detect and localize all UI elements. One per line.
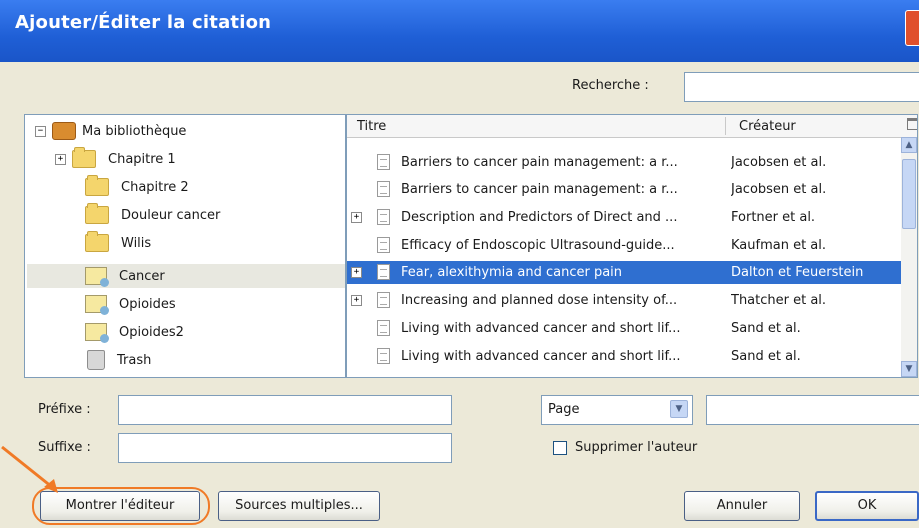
tree-item-label: Trash <box>117 352 152 368</box>
item-title: Fear, alexithymia and cancer pain <box>401 265 623 280</box>
tree-item-cancer[interactable]: Cancer <box>85 265 165 287</box>
tree-item-trash[interactable]: Trash <box>87 349 151 371</box>
item-title: Description and Predictors of Direct and… <box>401 210 678 225</box>
item-creator: Sand et al. <box>731 349 801 364</box>
tree-item-label: Cancer <box>119 268 165 284</box>
column-header-creator[interactable]: Créateur <box>739 119 796 134</box>
table-row[interactable]: Living with advanced cancer and short li… <box>347 345 903 368</box>
suffix-input[interactable] <box>118 433 452 463</box>
table-row[interactable]: Living with advanced cancer and short li… <box>347 317 903 340</box>
folder-icon <box>85 175 109 196</box>
expand-icon[interactable]: + <box>351 295 362 306</box>
tree-item-wilis[interactable]: Wilis <box>85 231 152 254</box>
folder-icon <box>85 231 109 252</box>
scroll-thumb[interactable] <box>902 159 916 229</box>
column-header-title[interactable]: Titre <box>357 119 386 134</box>
tree-item-chapitre-2[interactable]: Chapitre 2 <box>85 175 189 198</box>
scroll-up-icon[interactable]: ▲ <box>901 137 917 153</box>
items-list[interactable]: Titre Créateur Barriers to cancer pain m… <box>346 114 918 378</box>
tree-selection-highlight <box>27 264 345 288</box>
document-icon <box>377 181 390 197</box>
window-title: Ajouter/Éditer la citation <box>15 12 272 33</box>
prefix-label: Préfixe : <box>38 402 91 417</box>
scroll-down-icon[interactable]: ▼ <box>901 361 917 377</box>
item-creator: Jacobsen et al. <box>731 155 827 170</box>
tree-item-douleur-cancer[interactable]: Douleur cancer <box>85 203 221 226</box>
item-creator: Thatcher et al. <box>731 293 827 308</box>
locator-select-value: Page <box>548 402 580 417</box>
tree-item-label: Ma bibliothèque <box>82 123 187 139</box>
tree-item-my-library[interactable]: − Ma bibliothèque <box>35 120 186 142</box>
expand-icon[interactable]: + <box>351 212 362 223</box>
item-creator: Dalton et Feuerstein <box>731 265 864 280</box>
saved-search-icon <box>85 295 109 315</box>
search-label: Recherche : <box>572 78 649 93</box>
vertical-scrollbar[interactable]: ▲ ▼ <box>901 137 917 377</box>
document-icon <box>377 209 390 225</box>
collapse-icon[interactable]: − <box>35 125 46 137</box>
item-title: Living with advanced cancer and short li… <box>401 349 681 364</box>
table-row[interactable]: Barriers to cancer pain management: a r.… <box>347 178 903 201</box>
suppress-author-checkbox[interactable] <box>553 441 567 455</box>
column-picker-icon[interactable] <box>907 118 917 130</box>
expand-icon[interactable]: + <box>351 267 362 278</box>
table-row[interactable]: Barriers to cancer pain management: a r.… <box>347 151 903 174</box>
suppress-author-label: Supprimer l'auteur <box>575 440 698 455</box>
item-title: Barriers to cancer pain management: a r.… <box>401 155 678 170</box>
items-header: Titre Créateur <box>347 115 917 138</box>
ok-button[interactable]: OK <box>815 491 919 521</box>
column-divider[interactable] <box>725 117 726 135</box>
multiple-sources-button[interactable]: Sources multiples... <box>218 491 380 521</box>
trash-icon <box>87 350 105 370</box>
item-title: Barriers to cancer pain management: a r.… <box>401 182 678 197</box>
table-row[interactable]: + Increasing and planned dose intensity … <box>347 289 903 312</box>
tree-item-label: Chapitre 2 <box>121 179 189 195</box>
tree-item-label: Chapitre 1 <box>108 151 176 167</box>
tree-item-label: Wilis <box>121 235 152 251</box>
table-row[interactable]: + Description and Predictors of Direct a… <box>347 206 903 229</box>
tree-item-opioides[interactable]: Opioides <box>85 293 176 315</box>
folder-icon <box>72 147 96 168</box>
item-creator: Jacobsen et al. <box>731 182 827 197</box>
title-bar: Ajouter/Éditer la citation <box>0 0 919 62</box>
item-title: Efficacy of Endoscopic Ultrasound-guide.… <box>401 238 675 253</box>
chevron-down-icon[interactable]: ▼ <box>670 400 688 418</box>
expand-icon[interactable]: + <box>55 153 66 165</box>
locator-input[interactable] <box>706 395 919 425</box>
document-icon <box>377 292 390 308</box>
document-icon <box>377 348 390 364</box>
search-input[interactable] <box>684 72 919 102</box>
document-icon <box>377 264 390 280</box>
library-icon <box>52 122 76 140</box>
document-icon <box>377 237 390 253</box>
annotation-arrow-icon <box>1 445 58 493</box>
item-creator: Fortner et al. <box>731 210 816 225</box>
tree-item-label: Opioides <box>119 296 176 312</box>
folder-icon <box>85 203 109 224</box>
table-row-selected[interactable]: + Fear, alexithymia and cancer pain Dalt… <box>347 261 903 284</box>
saved-search-icon <box>85 323 109 343</box>
item-title: Increasing and planned dose intensity of… <box>401 293 678 308</box>
tree-item-label: Douleur cancer <box>121 207 221 223</box>
document-icon <box>377 154 390 170</box>
tree-item-opioides2[interactable]: Opioides2 <box>85 321 184 343</box>
cancel-button[interactable]: Annuler <box>684 491 800 521</box>
item-creator: Kaufman et al. <box>731 238 827 253</box>
item-creator: Sand et al. <box>731 321 801 336</box>
saved-search-icon <box>85 267 109 287</box>
library-tree[interactable]: − Ma bibliothèque + Chapitre 1 Chapitre … <box>24 114 346 378</box>
item-title: Living with advanced cancer and short li… <box>401 321 681 336</box>
table-row[interactable]: Efficacy of Endoscopic Ultrasound-guide.… <box>347 234 903 257</box>
document-icon <box>377 320 390 336</box>
tree-item-chapitre-1[interactable]: + Chapitre 1 <box>55 147 176 170</box>
locator-select[interactable]: Page ▼ <box>541 395 693 425</box>
prefix-input[interactable] <box>118 395 452 425</box>
close-button[interactable] <box>905 10 919 46</box>
tree-item-label: Opioides2 <box>119 324 184 340</box>
